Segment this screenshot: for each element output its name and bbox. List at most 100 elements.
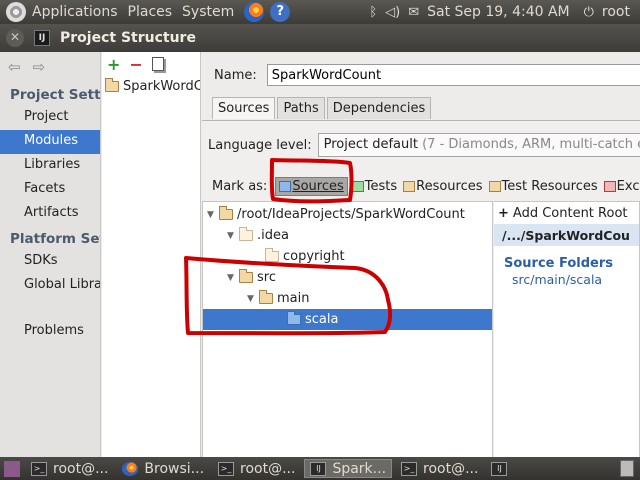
menu-places[interactable]: Places bbox=[128, 4, 173, 20]
tree-row[interactable]: ▼ .idea bbox=[203, 225, 492, 246]
volume-icon[interactable]: ◁) bbox=[385, 5, 400, 20]
sidebar-item-global-libraries[interactable]: Global Librar bbox=[0, 274, 100, 298]
sidebar-item-artifacts[interactable]: Artifacts bbox=[0, 202, 100, 226]
ubuntu-logo-icon[interactable] bbox=[6, 2, 26, 22]
window-titlebar[interactable]: ✕ IJ Project Structure bbox=[0, 24, 640, 52]
tab-paths[interactable]: Paths bbox=[277, 97, 325, 119]
taskbar-item[interactable]: >_ root@... bbox=[213, 459, 300, 478]
tree-row-label: copyright bbox=[283, 249, 345, 264]
folder-icon bbox=[265, 248, 279, 262]
module-item-label: SparkWordC bbox=[123, 78, 200, 94]
mark-test-resources-button[interactable]: Test Resources bbox=[487, 178, 600, 195]
taskbar-item-label: root@... bbox=[240, 460, 296, 477]
tab-dependencies[interactable]: Dependencies bbox=[326, 97, 432, 119]
plus-icon: + bbox=[498, 205, 509, 221]
taskbar-item-label: root@... bbox=[423, 460, 479, 477]
mark-sources-button[interactable]: Sources bbox=[275, 177, 348, 196]
add-module-icon[interactable]: + bbox=[107, 55, 120, 74]
taskbar-item[interactable]: Browsi... bbox=[117, 459, 209, 478]
sidebar-item-project[interactable]: Project bbox=[0, 106, 100, 130]
tab-sources[interactable]: Sources bbox=[212, 97, 276, 119]
sidebar-item-problems[interactable]: Problems bbox=[0, 320, 100, 344]
taskbar: >_ root@... Browsi... >_ root@... IJ Spa… bbox=[0, 457, 640, 480]
source-folder-icon bbox=[287, 311, 301, 325]
tree-row-label: scala bbox=[305, 312, 339, 327]
module-tabs: Sources Paths Dependencies bbox=[212, 97, 433, 119]
excluded-folder-icon bbox=[603, 181, 616, 192]
help-icon[interactable]: ? bbox=[270, 2, 291, 22]
user-name[interactable]: root bbox=[602, 4, 630, 20]
back-arrow-icon[interactable]: ⇦ bbox=[8, 58, 21, 76]
expand-triangle-icon[interactable]: ▼ bbox=[247, 294, 259, 304]
tree-row[interactable]: copyright bbox=[203, 246, 492, 267]
tree-row[interactable]: ▼ /root/IdeaProjects/SparkWordCount bbox=[203, 204, 492, 225]
tree-row[interactable]: ▼ main bbox=[203, 288, 492, 309]
power-icon[interactable]: ⏻ bbox=[584, 5, 594, 20]
menu-system[interactable]: System bbox=[182, 4, 234, 20]
mark-test-resources-label: Test Resources bbox=[501, 179, 598, 194]
folder-icon bbox=[219, 206, 233, 220]
terminal-icon: >_ bbox=[31, 461, 47, 476]
copy-module-icon[interactable] bbox=[151, 57, 164, 71]
remove-module-icon[interactable]: − bbox=[129, 55, 142, 74]
taskbar-item[interactable]: >_ root@... bbox=[396, 459, 483, 478]
add-content-root-label: Add Content Root bbox=[512, 205, 628, 221]
menu-applications[interactable]: Applications bbox=[32, 4, 118, 20]
trash-icon[interactable] bbox=[620, 460, 634, 477]
expand-triangle-icon[interactable]: ▼ bbox=[227, 231, 239, 241]
intellij-icon: IJ bbox=[310, 461, 327, 476]
clock[interactable]: Sat Sep 19, 4:40 AM bbox=[427, 4, 570, 20]
language-level-value: Project default bbox=[323, 137, 418, 152]
mark-excluded-button[interactable]: Exc bbox=[602, 178, 640, 195]
sidebar-item-facets[interactable]: Facets bbox=[0, 178, 100, 202]
tree-row[interactable]: ▼ src bbox=[203, 267, 492, 288]
source-folders-heading: Source Folders bbox=[504, 256, 614, 271]
intellij-icon[interactable]: IJ bbox=[491, 461, 508, 476]
sources-tab-body: Language level: Project default (7 - Dia… bbox=[202, 120, 640, 458]
taskbar-item-label: Browsi... bbox=[144, 460, 205, 477]
expand-triangle-icon[interactable]: ▼ bbox=[207, 210, 219, 220]
close-icon[interactable]: ✕ bbox=[6, 29, 24, 47]
tree-row-label: .idea bbox=[257, 228, 289, 243]
name-row: Name: bbox=[214, 64, 640, 86]
test-resources-folder-icon bbox=[488, 181, 501, 192]
terminal-icon: >_ bbox=[218, 461, 235, 476]
sidebar-item-libraries[interactable]: Libraries bbox=[0, 154, 100, 178]
mail-icon[interactable]: ✉ bbox=[408, 5, 419, 20]
expand-triangle-icon[interactable]: ▼ bbox=[227, 273, 239, 283]
window-title: Project Structure bbox=[60, 30, 196, 46]
add-content-root-button[interactable]: + Add Content Root bbox=[494, 202, 639, 224]
tree-row-selected[interactable]: scala bbox=[203, 309, 492, 330]
settings-sidebar: ⇦ ⇨ Project Setti Project Modules Librar… bbox=[0, 52, 101, 457]
intellij-icon: IJ bbox=[34, 30, 50, 46]
module-item[interactable]: SparkWordC bbox=[102, 76, 200, 96]
language-level-row: Language level: Project default (7 - Dia… bbox=[208, 133, 640, 157]
forward-arrow-icon[interactable]: ⇨ bbox=[33, 58, 46, 76]
mark-resources-button[interactable]: Resources bbox=[401, 178, 484, 195]
mark-tests-button[interactable]: Tests bbox=[350, 178, 399, 195]
language-level-select[interactable]: Project default (7 - Diamonds, ARM, mult… bbox=[317, 133, 640, 157]
folder-icon bbox=[239, 227, 253, 241]
sidebar-item-modules[interactable]: Modules bbox=[0, 130, 100, 154]
sidebar-item-sdks[interactable]: SDKs bbox=[0, 250, 100, 274]
mark-tests-label: Tests bbox=[364, 179, 398, 194]
taskbar-item-active[interactable]: IJ Spark... bbox=[304, 459, 393, 478]
mark-as-row: Mark as: Sources Tests Resources Test Re… bbox=[212, 177, 640, 196]
content-root-tree: ▼ /root/IdeaProjects/SparkWordCount ▼ .i… bbox=[202, 201, 493, 458]
source-folder-path[interactable]: src/main/scala bbox=[494, 271, 639, 287]
folder-icon bbox=[259, 290, 273, 304]
module-toolbar: + − bbox=[102, 52, 200, 76]
bluetooth-icon[interactable]: ᛒ bbox=[369, 5, 377, 20]
taskbar-item[interactable]: >_ root@... bbox=[26, 459, 113, 478]
module-name-input[interactable] bbox=[266, 64, 640, 86]
section-project-settings: Project Setti bbox=[10, 87, 100, 103]
terminal-icon: >_ bbox=[401, 461, 418, 476]
taskbar-item-label: root@... bbox=[53, 460, 109, 477]
folder-icon bbox=[239, 269, 253, 283]
show-desktop-icon[interactable] bbox=[4, 460, 20, 477]
firefox-icon[interactable] bbox=[244, 2, 265, 22]
system-tray: ᛒ ◁) ✉ Sat Sep 19, 4:40 AM ⏻ root bbox=[361, 0, 640, 24]
tests-folder-icon bbox=[351, 181, 364, 192]
top-panel: Applications Places System ? ᛒ ◁) ✉ Sat … bbox=[0, 0, 640, 24]
content-root-path: /.../SparkWordCou bbox=[494, 224, 639, 246]
